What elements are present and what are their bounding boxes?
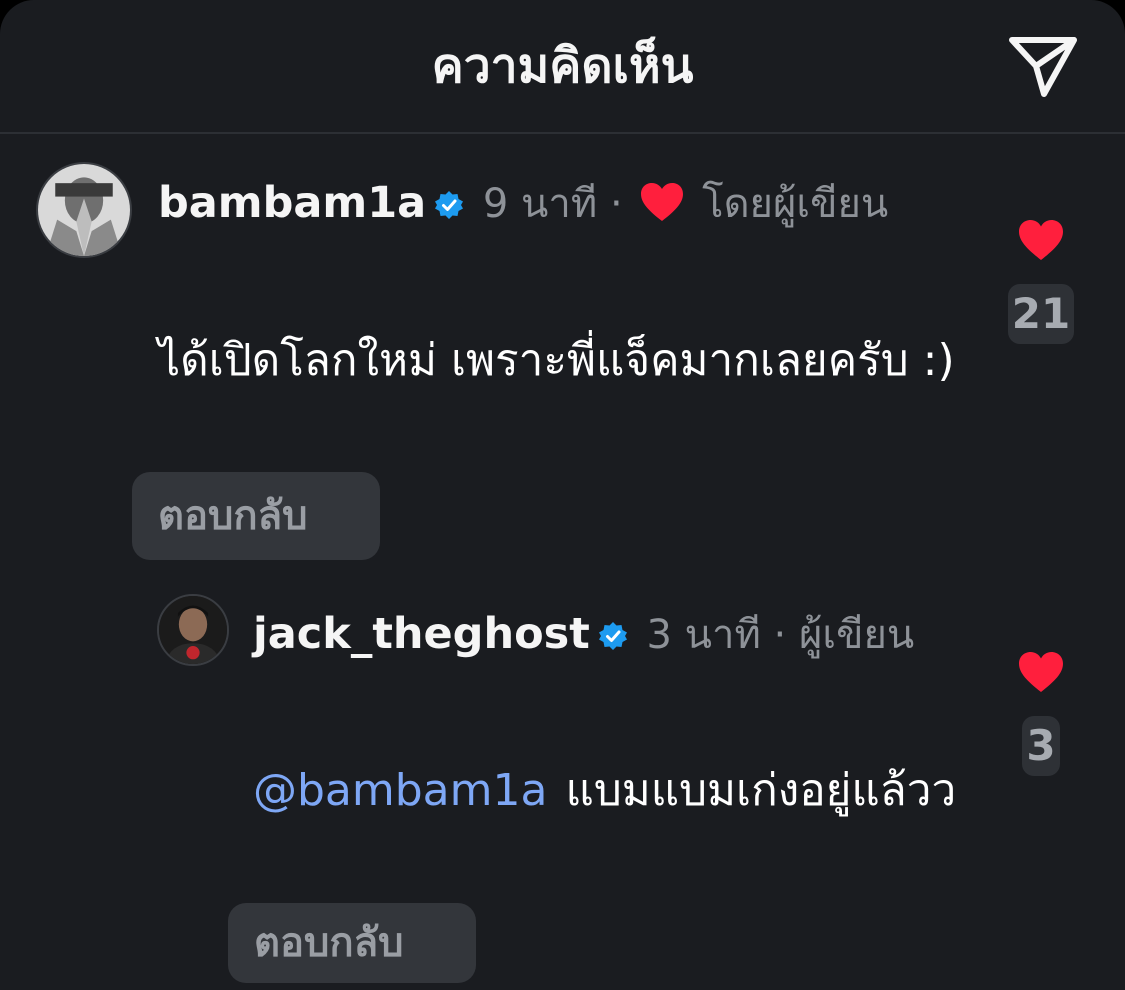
like-heart-icon[interactable]: [1017, 218, 1065, 262]
like-column: 21: [1001, 218, 1081, 344]
verified-badge-icon: [434, 190, 464, 220]
author-label: ผู้เขียน: [798, 612, 915, 658]
paper-plane-icon: [1009, 37, 1077, 97]
profile-photo: [159, 596, 227, 664]
page-title: ความคิดเห็น: [431, 38, 694, 94]
reply-button[interactable]: ตอบกลับ: [228, 903, 476, 983]
separator: ·: [609, 181, 623, 227]
reply-time: 3 นาที: [646, 612, 761, 658]
reply-button[interactable]: ตอบกลับ: [132, 472, 380, 560]
comments-sheet: ความคิดเห็น bambam1a 9 นาที · โดยผู้เขีย…: [0, 0, 1125, 990]
reply-text: @bambam1a แบมแบมเก่งอยู่แล้วว: [253, 754, 973, 828]
profile-photo: [38, 164, 130, 256]
verified-badge-icon: [598, 621, 628, 651]
author-liked-label: โดยผู้เขียน: [702, 181, 889, 227]
like-column: 3: [1001, 650, 1081, 776]
reply-body: แบมแบมเก่งอยู่แล้วว: [565, 765, 957, 816]
username[interactable]: bambam1a: [158, 178, 426, 228]
comment-time: 9 นาที: [482, 181, 598, 227]
mention-link[interactable]: @bambam1a: [253, 765, 547, 816]
avatar[interactable]: [36, 162, 132, 258]
reply-meta: jack_theghost 3 นาที · ผู้เขียน: [253, 603, 953, 666]
like-count: 21: [1007, 284, 1075, 344]
comments-header: ความคิดเห็น: [0, 0, 1125, 134]
share-button[interactable]: [1002, 30, 1082, 102]
like-count: 3: [1022, 716, 1060, 776]
heart-icon: [639, 181, 685, 223]
username[interactable]: jack_theghost: [253, 609, 590, 659]
avatar[interactable]: [157, 594, 229, 666]
separator: ·: [773, 612, 787, 658]
like-heart-icon[interactable]: [1017, 650, 1065, 694]
comment-meta: bambam1a 9 นาที · โดยผู้เขียน: [158, 172, 918, 235]
comment-text: ได้เปิดโลกใหม่ เพราะพี่แจ็คมากเลยครับ :): [158, 335, 955, 386]
